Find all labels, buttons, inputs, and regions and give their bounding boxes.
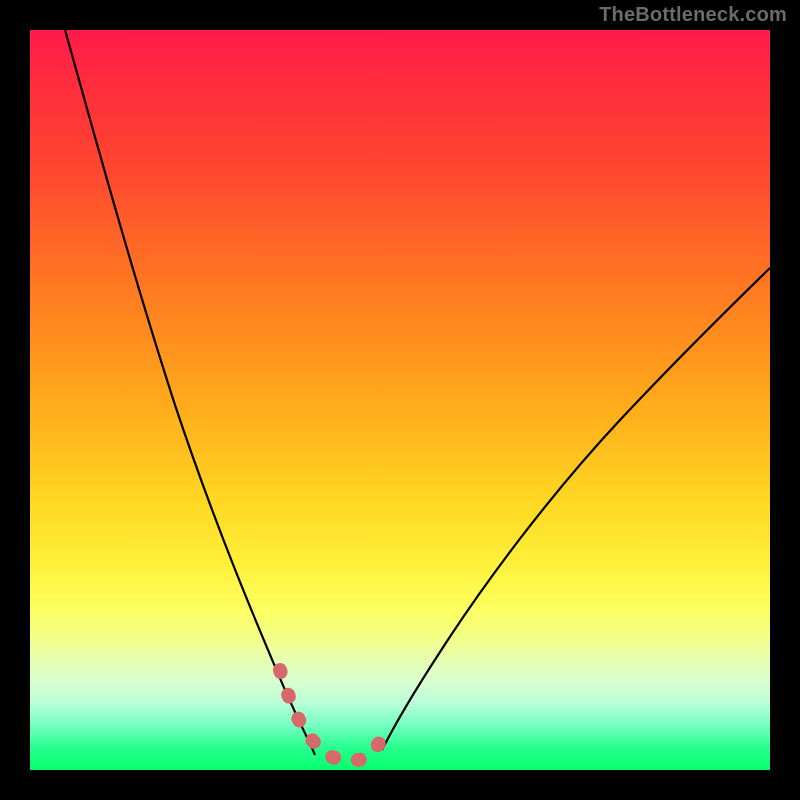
curve-overlay bbox=[30, 30, 770, 770]
plot-area bbox=[30, 30, 770, 770]
watermark-text: TheBottleneck.com bbox=[599, 4, 787, 27]
curve-right-branch bbox=[382, 268, 770, 750]
curve-left-branch bbox=[65, 30, 315, 755]
chart-frame: TheBottleneck.com bbox=[0, 0, 800, 800]
bottom-dashed-connector bbox=[280, 670, 386, 761]
